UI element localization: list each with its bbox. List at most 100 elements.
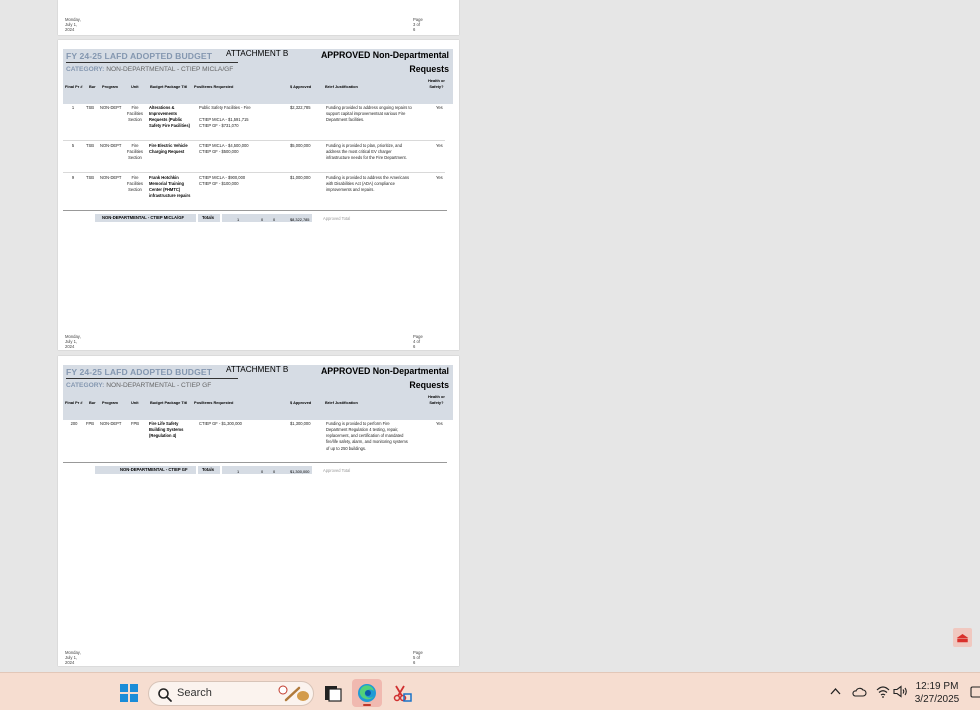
budget-title: FY 24-25 LAFD ADOPTED BUDGET xyxy=(66,51,213,61)
report-header: FY 24-25 LAFD ADOPTED BUDGET ATTACHMENT … xyxy=(63,365,453,420)
row3-unit: Fire Facilities Section xyxy=(127,175,143,193)
row1-health: Yes xyxy=(436,421,443,426)
totals-category: NON-DEPARTMENTAL - CTIEP GF xyxy=(95,466,196,474)
report-header: FY 24-25 LAFD ADOPTED BUDGET ATTACHMENT … xyxy=(63,49,453,104)
row3-health: Yes xyxy=(436,175,443,180)
volume-icon[interactable] xyxy=(893,685,909,698)
row2-health: Yes xyxy=(436,143,443,148)
category-value: NON-DEPARTMENTAL - CTIEP GF xyxy=(106,382,212,389)
row2-unit: Fire Facilities Section xyxy=(127,143,143,161)
footer-page: Page 4 of 6 xyxy=(413,334,423,349)
col-pos-items: Pos/Items Requested xyxy=(194,400,234,405)
category-line: CATEGORY: NON-DEPARTMENTAL - CTIEP MICLA… xyxy=(66,66,233,73)
footer-page: Page 5 of 6 xyxy=(413,650,423,665)
col-approved: $ Approved xyxy=(290,400,312,405)
approved-heading: APPROVED Non-Departmental xyxy=(320,366,449,376)
row3-bur: TSB xyxy=(86,175,94,180)
col-program: Program xyxy=(102,400,118,405)
edge-browser-icon xyxy=(358,684,376,702)
title-underline xyxy=(66,62,238,63)
row-divider xyxy=(63,172,445,173)
row1-unit: FPB xyxy=(131,421,139,426)
pdf-icon[interactable]: ⏏ xyxy=(953,628,972,647)
col-final-pr: Final Pr # xyxy=(65,84,83,89)
row2-title: Fire Electric Vehicle Charging Request xyxy=(149,143,188,155)
totals-divider xyxy=(63,462,447,463)
attachment-label: ATTACHMENT B xyxy=(226,49,289,58)
approved-heading-2: Requests xyxy=(409,380,449,390)
col-final-pr: Final Pr # xyxy=(65,400,83,405)
pdf-page-4: FY 24-25 LAFD ADOPTED BUDGET ATTACHMENT … xyxy=(58,40,459,350)
row1-final-pr: 200 xyxy=(70,421,78,426)
onedrive-cloud-icon[interactable] xyxy=(851,686,867,698)
approved-total-label: Approved Total xyxy=(323,216,351,221)
attachment-label: ATTACHMENT B xyxy=(226,365,289,374)
row3-title: Frank Hotchkin Memorial Training Center (F… xyxy=(149,175,191,199)
row2-final-pr: 5 xyxy=(71,143,75,148)
taskbar-search[interactable]: Search xyxy=(148,681,314,706)
col-approved: $ Approved xyxy=(290,84,312,89)
row2-bur: TSB xyxy=(86,143,94,148)
row2-approved: $5,000,000 xyxy=(290,143,311,148)
search-icon xyxy=(158,688,172,702)
pdf-viewer[interactable]: Monday, July 1, 2024 Page 3 of 6 FY 24-2… xyxy=(0,0,980,672)
footer-date: Monday, July 1, 2024 xyxy=(65,17,81,32)
row1-items: CTIEP GF - $1,300,000 xyxy=(199,421,242,426)
row3-justification: Funding is provided to address the Ameri… xyxy=(326,175,410,193)
row3-items: CTIEP MICLA - $900,000 CTIEP GF - $100,00… xyxy=(199,175,246,187)
totals-category: NON-DEPARTMENTAL - CTIEP MICLA/GF xyxy=(95,214,196,222)
row1-unit: Fire Facilities Section xyxy=(127,105,143,123)
footer-date: Monday, July 1, 2024 xyxy=(65,650,81,665)
approved-total-label: Approved Total xyxy=(323,468,351,473)
col-budget-package: Budget Package Titl xyxy=(150,84,188,89)
taskbar: Search 12:19 PM 3/27/2025 xyxy=(0,672,980,710)
totals-divider xyxy=(63,210,447,211)
row1-program: NON-DEPT xyxy=(100,421,122,426)
row1-program: NON-DEPT xyxy=(100,105,122,110)
row3-approved: $1,000,000 xyxy=(290,175,311,180)
col-unit: Unit xyxy=(131,84,139,89)
category-value: NON-DEPARTMENTAL - CTIEP MICLA/GF xyxy=(106,66,234,73)
footer-page: Page 3 of 6 xyxy=(413,17,423,32)
row1-title: Alterations & Improvements Requests (Publi… xyxy=(149,105,190,129)
row1-approved: $2,322,785 xyxy=(290,105,311,110)
clock-time: 12:19 PM xyxy=(915,681,959,692)
budget-title: FY 24-25 LAFD ADOPTED BUDGET xyxy=(66,367,213,377)
wifi-icon[interactable] xyxy=(876,685,890,698)
row1-items: Public Safety Facilities - Fire CTIEP MI… xyxy=(199,105,251,129)
row1-final-pr: 1 xyxy=(71,105,75,110)
notification-icon[interactable] xyxy=(970,685,980,699)
row2-program: NON-DEPT xyxy=(100,143,122,148)
col-program: Program xyxy=(102,84,118,89)
clock-date: 3/27/2025 xyxy=(914,694,960,705)
totals-values: 1 0 0 $8,322,785 xyxy=(222,214,312,222)
col-bur: Bur xyxy=(89,400,96,405)
category-label: CATEGORY: xyxy=(66,382,105,389)
col-budget-package: Budget Package Titl xyxy=(150,400,188,405)
row1-title: Fire Life Safety Building Systems (Regulat… xyxy=(149,421,184,439)
approved-heading: APPROVED Non-Departmental xyxy=(320,50,449,60)
pdf-page-3: Monday, July 1, 2024 Page 3 of 6 xyxy=(58,0,459,35)
search-label: Search xyxy=(177,687,212,699)
row1-bur: TSB xyxy=(86,105,94,110)
category-label: CATEGORY: xyxy=(66,66,105,73)
row3-final-pr: 9 xyxy=(71,175,75,180)
snipping-tool-icon[interactable] xyxy=(391,682,413,704)
system-clock[interactable]: 12:19 PM 3/27/2025 xyxy=(908,680,966,706)
col-justification: Brief Justification xyxy=(325,400,358,405)
edge-taskbar-button[interactable] xyxy=(352,679,382,707)
title-underline xyxy=(66,378,238,379)
search-highlight-icon xyxy=(278,685,309,702)
col-pos-items: Pos/Items Requested xyxy=(194,84,234,89)
chevron-up-icon[interactable] xyxy=(830,687,841,696)
pdf-page-5: FY 24-25 LAFD ADOPTED BUDGET ATTACHMENT … xyxy=(58,356,459,666)
windows-start-icon[interactable] xyxy=(120,684,138,702)
task-view-icon[interactable] xyxy=(322,682,344,704)
totals-word: Totals xyxy=(198,466,220,474)
footer-date: Monday, July 1, 2024 xyxy=(65,334,81,349)
row-divider xyxy=(63,140,445,141)
col-justification: Brief Justification xyxy=(325,84,358,89)
row2-justification: Funding is provided to plan, prioritize,… xyxy=(326,143,407,161)
col-bur: Bur xyxy=(89,84,96,89)
col-health-safety: Health or Safety? xyxy=(428,78,445,90)
